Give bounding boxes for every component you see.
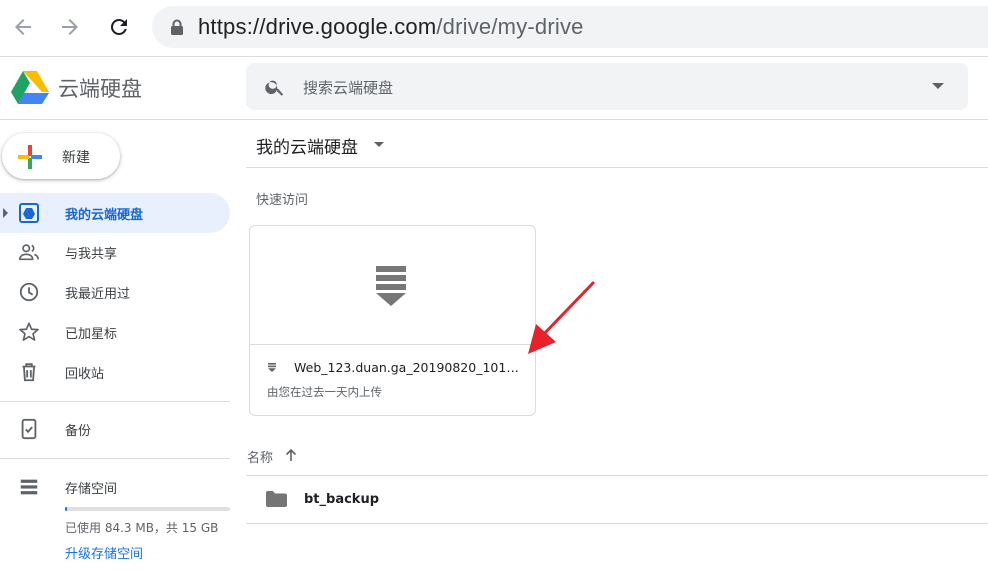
search-icon[interactable] xyxy=(264,76,286,98)
storage-icon xyxy=(20,479,38,495)
sidebar-item-label: 回收站 xyxy=(65,367,105,382)
file-subtitle: 由您在过去一天内上传 xyxy=(267,385,382,399)
sidebar-divider xyxy=(0,401,230,402)
sidebar-item-my-drive[interactable]: 我的云端硬盘 xyxy=(0,193,230,233)
arrow-left-icon xyxy=(15,19,31,35)
column-header-name[interactable]: 名称 xyxy=(247,447,273,466)
sidebar-item-label: 与我共享 xyxy=(65,247,118,262)
annotation-arrow xyxy=(528,281,595,354)
trash-icon xyxy=(22,363,36,382)
my-drive-icon xyxy=(19,203,39,223)
app-title: 云端硬盘 xyxy=(58,77,142,101)
file-name: Web_123.duan.ga_20190820_10111... xyxy=(294,360,522,375)
new-button[interactable]: 新建 xyxy=(2,133,120,179)
phone-backup-icon xyxy=(21,418,37,440)
sidebar-item-label: 我的云端硬盘 xyxy=(65,208,144,223)
file-row[interactable]: bt_backup xyxy=(246,476,988,524)
search-placeholder: 搜索云端硬盘 xyxy=(303,79,394,97)
sidebar-item-label: 已加星标 xyxy=(65,327,118,342)
reload-button[interactable] xyxy=(102,10,136,44)
new-button-label: 新建 xyxy=(62,150,90,166)
folder-icon xyxy=(266,491,287,507)
sidebar-item-storage[interactable]: 存储空间 xyxy=(0,467,230,507)
search-box[interactable]: 搜索云端硬盘 xyxy=(246,63,968,110)
people-icon xyxy=(19,244,39,261)
sidebar-item-trash[interactable]: 回收站 xyxy=(0,352,230,392)
archive-download-icon xyxy=(376,266,406,306)
star-icon xyxy=(19,322,39,341)
clock-icon xyxy=(19,282,39,302)
forward-button[interactable] xyxy=(53,10,87,44)
lock-icon xyxy=(171,19,183,35)
title-dropdown-icon[interactable] xyxy=(374,142,384,147)
storage-progress-bar xyxy=(65,507,230,511)
back-button[interactable] xyxy=(6,10,40,44)
sidebar-item-starred[interactable]: 已加星标 xyxy=(0,312,230,352)
reload-icon xyxy=(110,18,127,35)
sidebar-item-label: 备份 xyxy=(65,424,92,439)
file-row-name: bt_backup xyxy=(304,492,380,507)
sidebar-divider xyxy=(0,458,230,459)
sidebar-item-label: 存储空间 xyxy=(65,482,118,497)
page-title[interactable]: 我的云端硬盘 xyxy=(256,133,358,158)
address-bar[interactable]: https://drive.google.com/drive/my-drive xyxy=(152,6,988,48)
sidebar-item-label: 我最近用过 xyxy=(65,287,131,302)
sidebar-item-recent[interactable]: 我最近用过 xyxy=(0,272,230,312)
storage-progress-fill xyxy=(65,507,67,511)
search-options-icon[interactable] xyxy=(932,83,944,90)
sidebar-item-shared[interactable]: 与我共享 xyxy=(0,232,230,272)
upgrade-storage-link[interactable]: 升级存储空间 xyxy=(65,543,143,562)
storage-used-text: 已使用 84.3 MB，共 15 GB xyxy=(65,521,219,535)
file-preview xyxy=(250,226,535,345)
url-host: https://drive.google.com xyxy=(198,14,437,39)
url-path: /drive/my-drive xyxy=(436,14,584,39)
quick-access-card[interactable]: Web_123.duan.ga_20190820_10111... 由您在过去一… xyxy=(249,225,536,416)
header-divider xyxy=(246,167,988,168)
app-header: 云端硬盘 搜索云端硬盘 xyxy=(0,57,988,120)
url-text: https://drive.google.com/drive/my-drive xyxy=(198,14,584,40)
arrow-right-icon xyxy=(62,19,78,35)
quick-access-label: 快速访问 xyxy=(256,193,309,208)
drive-logo-icon[interactable] xyxy=(10,69,50,105)
plus-icon xyxy=(18,145,42,169)
sidebar-item-backups[interactable]: 备份 xyxy=(0,409,230,449)
expand-caret-icon[interactable] xyxy=(3,208,8,218)
sort-ascending-icon[interactable] xyxy=(284,448,298,462)
browser-toolbar: https://drive.google.com/drive/my-drive xyxy=(0,0,988,57)
archive-file-icon xyxy=(268,363,276,372)
